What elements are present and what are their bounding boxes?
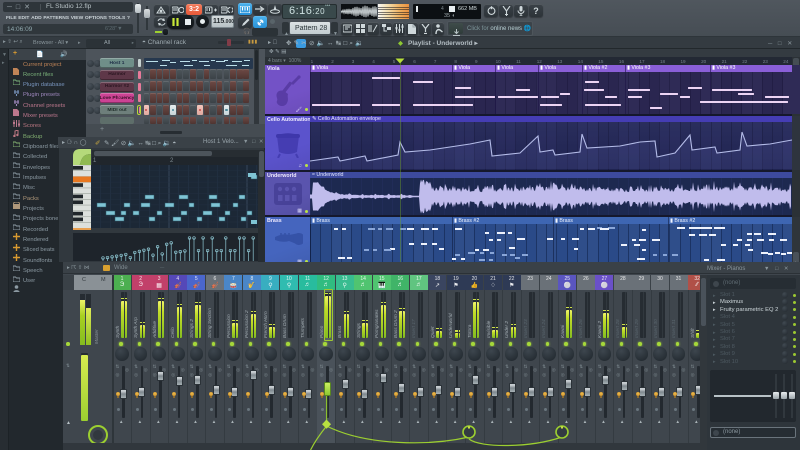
svg-text:10: 10 bbox=[496, 59, 502, 64]
svg-text:17: 17 bbox=[639, 59, 645, 64]
svg-text:2: 2 bbox=[331, 59, 334, 64]
svg-text:18: 18 bbox=[660, 59, 666, 64]
svg-text:5: 5 bbox=[393, 59, 396, 64]
svg-text:14: 14 bbox=[578, 59, 584, 64]
svg-text:20: 20 bbox=[701, 59, 707, 64]
svg-text:23: 23 bbox=[763, 59, 769, 64]
svg-text:3: 3 bbox=[352, 59, 355, 64]
svg-text:21: 21 bbox=[722, 59, 728, 64]
svg-text:9: 9 bbox=[475, 59, 478, 64]
svg-text:22: 22 bbox=[742, 59, 748, 64]
svg-text:6: 6 bbox=[413, 59, 416, 64]
svg-text:13: 13 bbox=[557, 59, 563, 64]
svg-text:15: 15 bbox=[598, 59, 604, 64]
svg-text:12: 12 bbox=[537, 59, 543, 64]
svg-text:4: 4 bbox=[372, 59, 375, 64]
svg-text:11: 11 bbox=[516, 59, 521, 64]
svg-text:1: 1 bbox=[311, 59, 314, 64]
svg-text:16: 16 bbox=[619, 59, 625, 64]
svg-text:7: 7 bbox=[434, 59, 437, 64]
svg-text:8: 8 bbox=[454, 59, 457, 64]
svg-text:24: 24 bbox=[783, 59, 789, 64]
svg-text:19: 19 bbox=[681, 59, 687, 64]
